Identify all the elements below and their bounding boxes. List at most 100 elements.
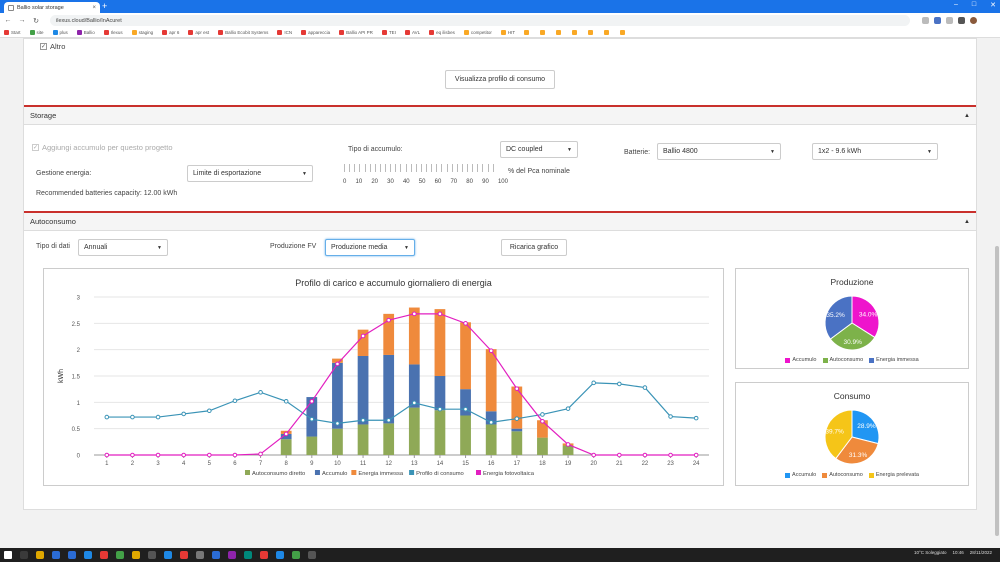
bookmark-item[interactable] — [524, 30, 531, 35]
bookmark-item[interactable] — [572, 30, 579, 35]
bookmark-item[interactable]: Ilexus — [103, 30, 123, 35]
page-icon — [8, 4, 14, 11]
bookmark-item[interactable]: apr est — [188, 30, 209, 35]
browser-tab[interactable]: Ballio solar storage × — [4, 2, 100, 13]
bookmark-item[interactable]: Start — [4, 30, 21, 35]
taskbar-app-icon[interactable] — [228, 551, 236, 559]
taskbar-app-icon[interactable] — [244, 551, 252, 559]
bookmark-item[interactable] — [620, 30, 627, 35]
taskbar-app-icon[interactable] — [84, 551, 92, 559]
battery-config-select[interactable]: 1x2 - 9.6 kWh ▼ — [812, 143, 938, 160]
taskbar-app-icon[interactable] — [308, 551, 316, 559]
taskbar-app-icon[interactable] — [100, 551, 108, 559]
ricarica-grafico-button[interactable]: Ricarica grafico — [501, 239, 567, 256]
bookmark-item[interactable] — [588, 30, 595, 35]
bookmark-item[interactable]: apr 6 — [162, 30, 179, 35]
bookmark-item[interactable]: site — [29, 30, 44, 35]
taskbar-app-icon[interactable] — [260, 551, 268, 559]
bookmark-item[interactable]: HIT — [500, 30, 515, 35]
bookmark-item[interactable]: plus — [52, 30, 68, 35]
weather-text: 10°C Soleggiato — [913, 550, 947, 555]
forward-icon[interactable]: → — [18, 17, 26, 24]
taskbar-app-icon[interactable] — [212, 551, 220, 559]
taskbar-app-icon[interactable] — [180, 551, 188, 559]
extension-icon[interactable] — [946, 17, 953, 24]
bookmark-item[interactable]: staging — [131, 30, 153, 35]
bookmark-item[interactable]: eq ilisbes — [429, 30, 455, 35]
add-accumulo-option[interactable]: ✓ Aggiungi accumulo per questo progetto — [32, 143, 173, 152]
view-consumption-profile-button[interactable]: Visualizza profilo di consumo — [445, 70, 555, 89]
x-tick-label: 13 — [411, 461, 418, 467]
bookmark-item[interactable]: Ballio API PR — [339, 30, 373, 35]
avatar[interactable] — [970, 17, 977, 24]
bookmark-item[interactable]: TEI — [381, 30, 396, 35]
extension-icon[interactable] — [934, 17, 941, 24]
bookmark-item[interactable]: appareccia — [301, 30, 330, 35]
export-limit-slider[interactable] — [344, 164, 504, 173]
bookmark-item[interactable]: ICN — [277, 30, 292, 35]
taskbar-app-icon[interactable] — [292, 551, 300, 559]
taskbar-app-icon[interactable] — [36, 551, 44, 559]
bookmark-item[interactable] — [604, 30, 611, 35]
taskbar-app-icon[interactable] — [196, 551, 204, 559]
taskbar-app-icon[interactable] — [52, 551, 60, 559]
scrollbar[interactable] — [994, 38, 1000, 536]
batterie-value: Ballio 4800 — [663, 148, 698, 155]
y-tick-label: 2.5 — [72, 322, 81, 328]
scroll-thumb[interactable] — [995, 246, 999, 536]
tipo-dati-select[interactable]: Annuali ▼ — [78, 239, 168, 256]
bookmark-item[interactable]: AVL — [404, 30, 420, 35]
add-accumulo-checkbox[interactable]: ✓ — [32, 144, 39, 151]
bar-segment — [332, 428, 343, 455]
autoconsumo-section-header[interactable]: Autoconsumo ▲ — [24, 211, 976, 231]
slider-tick — [385, 164, 386, 172]
windows-start-icon[interactable] — [4, 551, 12, 559]
taskbar-app-icon[interactable] — [276, 551, 284, 559]
gestione-energia-select[interactable]: Limite di esportazione ▼ — [187, 165, 313, 182]
altro-label: Altro — [50, 42, 66, 51]
legend-item: Accumulo — [785, 472, 816, 478]
back-icon[interactable]: ← — [4, 17, 12, 24]
minimize-button[interactable]: – — [954, 1, 958, 9]
maximize-button[interactable]: □ — [972, 1, 976, 9]
address-bar[interactable]: ilexus.cloud/Ballio/InAcuret — [50, 15, 910, 26]
consumo-pie-title: Consumo — [833, 391, 871, 401]
taskbar-app-icon[interactable] — [68, 551, 76, 559]
legend-swatch — [868, 472, 874, 478]
slider-tick — [487, 164, 489, 172]
altro-checkbox[interactable]: ✓ — [40, 43, 47, 50]
new-tab-button[interactable]: + — [102, 1, 107, 11]
x-tick-label: 15 — [462, 461, 469, 467]
bookmark-item[interactable]: Ballio — [76, 30, 95, 35]
taskbar-app-icon[interactable] — [132, 551, 140, 559]
bar-segment — [460, 415, 471, 455]
close-window-button[interactable]: ✕ — [990, 1, 996, 9]
bookmark-item[interactable]: Ballio Ecobit Systems — [218, 30, 268, 35]
legend-item: Accumulo — [785, 357, 817, 363]
bookmark-icon — [76, 30, 82, 35]
extension-icon[interactable] — [922, 17, 929, 24]
data-point — [693, 415, 699, 421]
batterie-select[interactable]: Ballio 4800 ▼ — [657, 143, 781, 160]
taskbar-app-icon[interactable] — [164, 551, 172, 559]
slider-tick — [344, 164, 345, 172]
close-icon[interactable]: × — [92, 5, 96, 11]
tipo-accumulo-select[interactable]: DC coupled ▼ — [500, 141, 578, 158]
bookmark-item[interactable]: competitor — [463, 30, 492, 35]
extension-icon[interactable] — [958, 17, 965, 24]
taskbar-app-icon[interactable] — [20, 551, 28, 559]
y-tick-label: 0 — [77, 454, 81, 460]
altro-option[interactable]: ✓ Altro — [40, 42, 65, 51]
collapse-icon[interactable]: ▲ — [964, 113, 970, 119]
bookmark-item[interactable] — [556, 30, 563, 35]
chevron-down-icon: ▼ — [927, 148, 932, 155]
slider-tick-label: 60 — [434, 179, 442, 185]
bookmark-label: TEI — [388, 30, 396, 35]
produzione-fv-select[interactable]: Produzione media ▼ — [325, 239, 415, 256]
storage-section-header[interactable]: Storage ▲ — [24, 105, 976, 125]
collapse-icon[interactable]: ▲ — [964, 219, 970, 225]
taskbar-app-icon[interactable] — [116, 551, 124, 559]
reload-icon[interactable]: ↻ — [32, 17, 40, 25]
taskbar-app-icon[interactable] — [148, 551, 156, 559]
bookmark-item[interactable] — [540, 30, 547, 35]
